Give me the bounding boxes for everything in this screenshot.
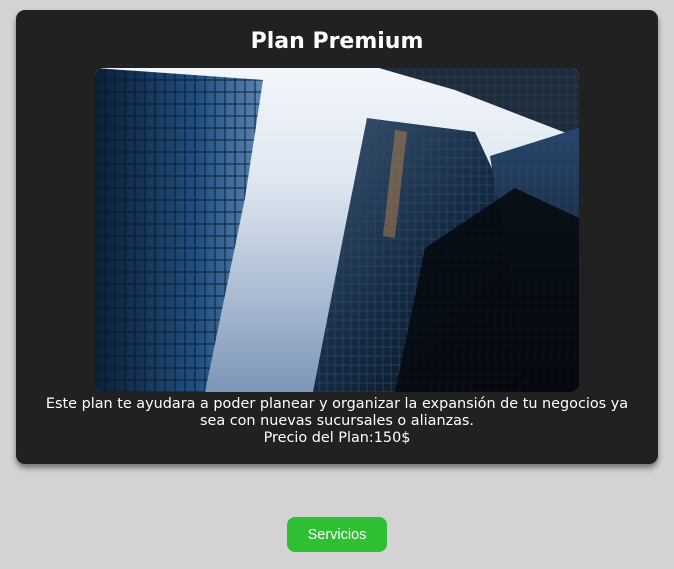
servicios-button[interactable]: Servicios bbox=[287, 517, 387, 552]
price-value: 150$ bbox=[373, 430, 411, 446]
skyscrapers-image bbox=[95, 68, 579, 392]
plan-card: Plan Premium Este plan te ayudara a pode… bbox=[16, 10, 658, 464]
plan-price: Precio del Plan:150$ bbox=[36, 430, 638, 447]
price-label: Precio del Plan: bbox=[263, 430, 374, 446]
plan-description-text: Este plan te ayudara a poder planear y o… bbox=[45, 396, 629, 429]
plan-description: Este plan te ayudara a poder planear y o… bbox=[36, 396, 638, 447]
plan-title: Plan Premium bbox=[250, 29, 424, 54]
